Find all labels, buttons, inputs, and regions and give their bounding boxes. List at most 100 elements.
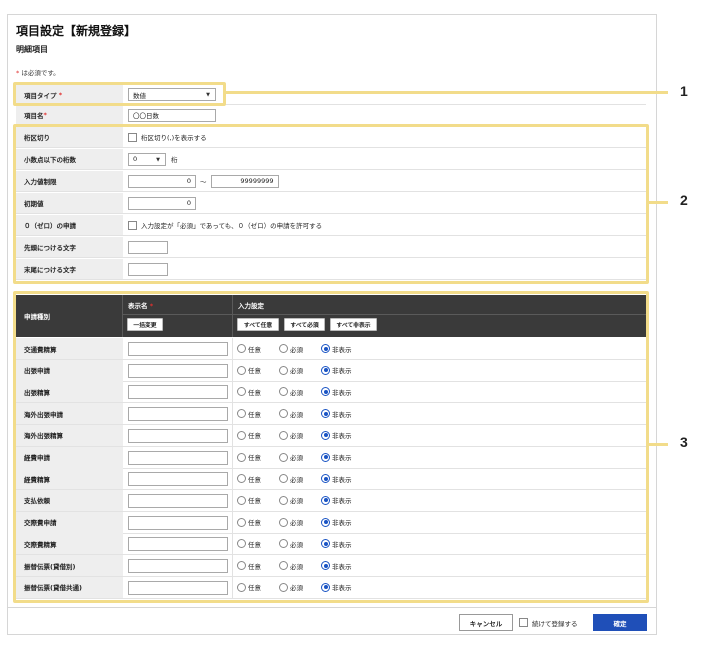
radio-option-hidden[interactable]: 非表示 xyxy=(321,430,352,440)
radio-option-optional[interactable]: 任意 xyxy=(237,517,261,527)
radio-hidden[interactable] xyxy=(321,430,330,440)
initial-value-input[interactable]: 0 xyxy=(128,196,196,210)
radio-option-hidden[interactable]: 非表示 xyxy=(321,517,352,527)
radio-hidden[interactable] xyxy=(321,561,330,570)
radio-option-required[interactable]: 必須 xyxy=(279,344,303,354)
radio-option-optional[interactable]: 任意 xyxy=(237,539,261,549)
radio-option-optional[interactable]: 任意 xyxy=(237,474,261,484)
radio-option-hidden[interactable]: 非表示 xyxy=(321,344,352,354)
prefix-input[interactable] xyxy=(128,240,168,254)
display-name-input[interactable] xyxy=(128,493,228,508)
radio-hidden[interactable] xyxy=(321,365,330,375)
radio-hidden[interactable] xyxy=(321,474,330,484)
radio-option-hidden[interactable]: 非表示 xyxy=(321,495,352,505)
radio-option-hidden[interactable]: 非表示 xyxy=(321,539,352,549)
radio-option-hidden[interactable]: 非表示 xyxy=(321,452,352,462)
radio-required[interactable] xyxy=(279,365,288,375)
radio-required[interactable] xyxy=(279,539,288,549)
radio-hidden[interactable] xyxy=(321,539,330,549)
radio-option-required[interactable]: 必須 xyxy=(279,409,303,419)
display-name-input[interactable] xyxy=(128,450,228,465)
radio-option-required[interactable]: 必須 xyxy=(279,430,303,440)
display-name-input[interactable] xyxy=(128,515,228,530)
radio-optional[interactable] xyxy=(237,365,246,375)
radio-option-optional[interactable]: 任意 xyxy=(237,495,261,505)
radio-optional[interactable] xyxy=(237,517,246,527)
display-name-input[interactable] xyxy=(128,428,228,443)
display-name-input[interactable] xyxy=(128,580,228,595)
radio-option-optional[interactable]: 任意 xyxy=(237,430,261,440)
radio-hidden[interactable] xyxy=(321,387,330,397)
radio-option-hidden[interactable]: 非表示 xyxy=(321,409,352,419)
radio-option-required[interactable]: 必須 xyxy=(279,452,303,462)
radio-option-required[interactable]: 必須 xyxy=(279,474,303,484)
radio-hidden[interactable] xyxy=(321,409,330,419)
radio-option-required[interactable]: 必須 xyxy=(279,539,303,549)
display-name-input[interactable] xyxy=(128,407,228,422)
radio-required[interactable] xyxy=(279,517,288,527)
radio-optional[interactable] xyxy=(237,561,246,570)
display-name-input[interactable] xyxy=(128,385,228,400)
radio-option-required[interactable]: 必須 xyxy=(279,561,303,571)
radio-optional[interactable] xyxy=(237,344,246,353)
item-name-input[interactable]: 〇〇日数 xyxy=(128,108,216,122)
radio-required[interactable] xyxy=(279,582,288,592)
zero-request-checkbox[interactable] xyxy=(128,220,137,230)
display-name-input[interactable] xyxy=(128,342,228,356)
radio-optional[interactable] xyxy=(237,495,246,505)
radio-required[interactable] xyxy=(279,409,288,419)
radio-optional[interactable] xyxy=(237,430,246,440)
display-name-input[interactable] xyxy=(128,363,228,378)
continue-checkbox[interactable] xyxy=(519,618,528,627)
radio-option-required[interactable]: 必須 xyxy=(279,365,303,375)
radio-required[interactable] xyxy=(279,561,288,570)
radio-hidden[interactable] xyxy=(321,517,330,527)
radio-option-hidden[interactable]: 非表示 xyxy=(321,582,352,592)
radio-required[interactable] xyxy=(279,344,288,353)
radio-optional[interactable] xyxy=(237,474,246,484)
radio-optional[interactable] xyxy=(237,387,246,397)
all-optional-button[interactable]: すべて任意 xyxy=(237,318,279,331)
radio-required[interactable] xyxy=(279,387,288,397)
radio-required[interactable] xyxy=(279,452,288,462)
radio-option-optional[interactable]: 任意 xyxy=(237,582,261,592)
cancel-button[interactable]: キャンセル xyxy=(459,614,513,631)
input-limit-min[interactable]: 0 xyxy=(128,174,196,188)
input-limit-max[interactable]: 99999999 xyxy=(210,174,279,188)
radio-hidden[interactable] xyxy=(321,452,330,462)
radio-optional[interactable] xyxy=(237,582,246,592)
display-name-input[interactable] xyxy=(128,472,228,487)
radio-option-hidden[interactable]: 非表示 xyxy=(321,474,352,484)
radio-required[interactable] xyxy=(279,430,288,440)
radio-option-required[interactable]: 必須 xyxy=(279,517,303,527)
digit-separator-checkbox[interactable] xyxy=(128,132,137,142)
all-hidden-button[interactable]: すべて非表示 xyxy=(330,318,377,331)
item-type-select[interactable]: 数値 ▼ xyxy=(128,88,216,101)
all-required-button[interactable]: すべて必須 xyxy=(284,318,325,331)
radio-option-optional[interactable]: 任意 xyxy=(237,452,261,462)
radio-option-hidden[interactable]: 非表示 xyxy=(321,387,352,397)
radio-option-optional[interactable]: 任意 xyxy=(237,344,261,354)
radio-required[interactable] xyxy=(279,474,288,484)
radio-option-optional[interactable]: 任意 xyxy=(237,561,261,571)
radio-option-required[interactable]: 必須 xyxy=(279,387,303,397)
radio-option-optional[interactable]: 任意 xyxy=(237,409,261,419)
radio-option-optional[interactable]: 任意 xyxy=(237,365,261,375)
radio-hidden[interactable] xyxy=(321,344,330,353)
radio-optional[interactable] xyxy=(237,452,246,462)
radio-hidden[interactable] xyxy=(321,495,330,505)
radio-optional[interactable] xyxy=(237,409,246,419)
suffix-input[interactable] xyxy=(128,262,168,276)
bulk-change-button[interactable]: 一括変更 xyxy=(127,318,163,331)
radio-option-hidden[interactable]: 非表示 xyxy=(321,365,352,375)
decimal-places-select[interactable]: 0 ▼ xyxy=(128,152,166,166)
radio-hidden[interactable] xyxy=(321,582,330,592)
display-name-input[interactable] xyxy=(128,537,228,552)
radio-option-required[interactable]: 必須 xyxy=(279,495,303,505)
radio-optional[interactable] xyxy=(237,539,246,549)
display-name-input[interactable] xyxy=(128,559,228,573)
confirm-button[interactable]: 確定 xyxy=(593,614,647,631)
radio-required[interactable] xyxy=(279,495,288,505)
radio-option-required[interactable]: 必須 xyxy=(279,582,303,592)
radio-option-optional[interactable]: 任意 xyxy=(237,387,261,397)
